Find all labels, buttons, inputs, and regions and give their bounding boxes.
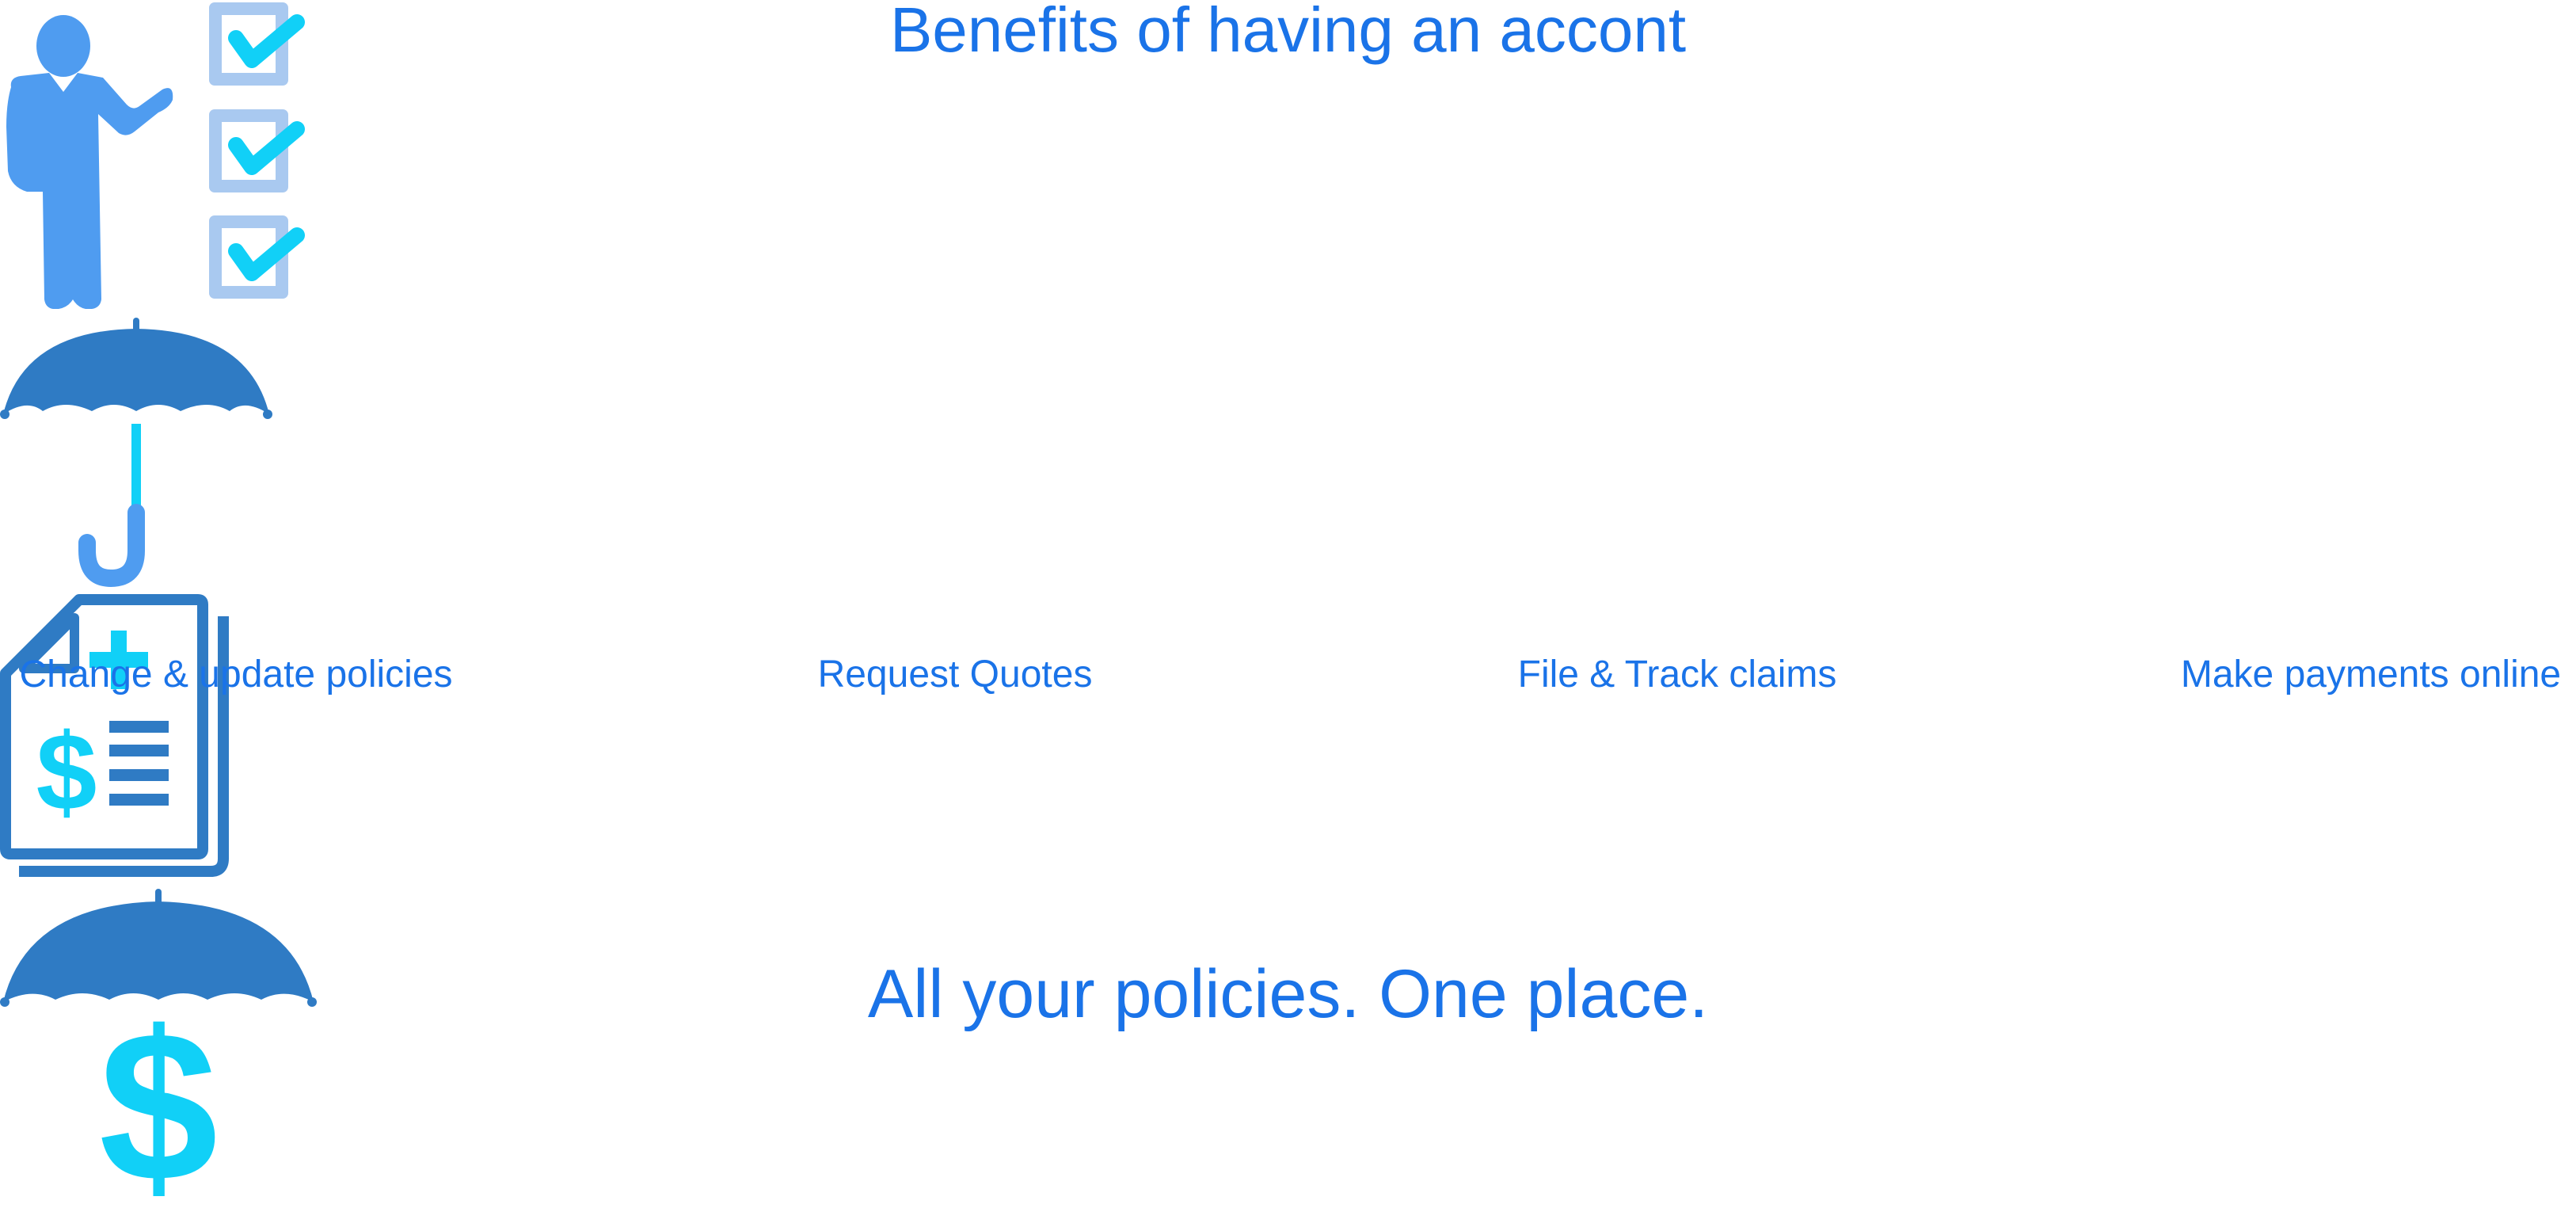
feature-make-payments-online[interactable]: $ Make payments online	[0, 654, 2576, 1208]
feature-request-quotes[interactable]: Request Quotes	[0, 313, 2576, 695]
feature-label: Request Quotes	[817, 654, 1093, 695]
feature-label: Change & update policies	[19, 654, 453, 695]
tagline: All your policies. One place.	[867, 956, 1709, 1032]
feature-file-track-claims[interactable]: $ File & Track claims	[0, 594, 2576, 887]
medical-claim-document-icon: $	[0, 594, 229, 877]
umbrella-icon	[0, 318, 272, 588]
umbrella-dollar-icon: $	[0, 889, 317, 1208]
svg-text:$: $	[36, 711, 97, 833]
page-title: Benefits of having an accont	[889, 0, 1687, 65]
feature-label: Make payments online	[2180, 654, 2562, 695]
feature-label: File & Track claims	[1517, 654, 1837, 695]
